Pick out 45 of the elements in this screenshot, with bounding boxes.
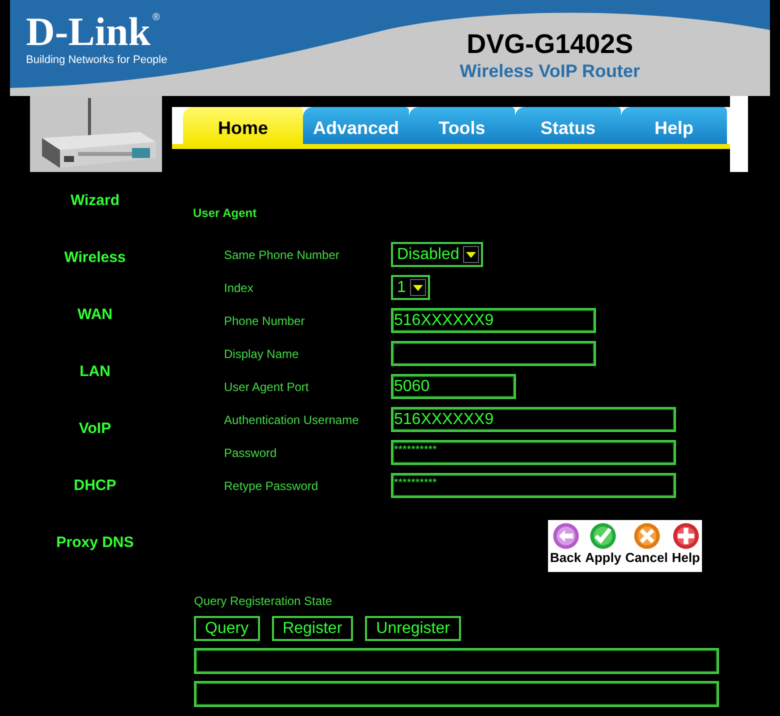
output-field[interactable] [194,648,719,674]
action-link[interactable]: Apply [585,550,622,565]
logo: D-Link [26,12,150,52]
field-label: Phone Number [224,314,306,328]
registered-mark: ® [152,12,160,23]
field-label: Display Name [224,346,300,360]
sidebar-link[interactable]: LAN [80,362,110,381]
action-button[interactable]: Unregister [365,616,461,641]
dropdown-arrow-icon[interactable] [412,284,423,290]
section-label: Query Registeration State [194,594,332,608]
plus-icon[interactable] [672,522,700,550]
action-button[interactable]: Query [194,616,260,641]
sidebar-link[interactable]: Wireless [64,248,126,267]
input-field[interactable]: 516XXXXXX9 [391,407,676,432]
field-label: User Agent Port [224,380,310,394]
dropdown[interactable]: 1 [391,275,430,300]
sidebar-link[interactable]: Proxy DNS [56,533,134,552]
output-field[interactable] [194,681,719,707]
field-label: Same Phone Number [224,248,340,262]
field-label: Authentication Username [224,412,360,426]
nav-tab[interactable]: Home [183,107,303,144]
field-label: Index [224,280,254,294]
sidebar-link[interactable]: WAN [78,305,112,324]
checkmark-icon[interactable] [589,522,618,550]
dropdown[interactable]: Disabled [391,242,484,267]
action-button[interactable]: Register [272,616,354,641]
tagline: Building Networks for People [26,54,168,66]
sidebar-link[interactable]: Wizard [70,191,120,210]
action-link[interactable]: Back [550,550,582,565]
dropdown-arrow-icon[interactable] [466,252,476,258]
password-field[interactable]: ********** [391,440,676,465]
input-field[interactable]: 5060 [391,374,516,399]
sidebar-link[interactable]: DHCP [74,476,116,495]
input-field[interactable] [391,341,596,366]
cross-icon[interactable] [632,522,660,550]
action-link[interactable]: Cancel [625,550,668,565]
password-field[interactable]: ********** [391,473,676,498]
model-name: DVG-G1402S [466,28,634,60]
field-label: Retype Password [224,478,320,492]
action-link[interactable]: Help [672,550,700,565]
product-name: Wireless VoIP Router [460,60,640,82]
input-field[interactable]: 516XXXXXX9 [391,308,596,333]
sidebar-link[interactable]: VoIP [78,419,112,438]
section-title: User Agent [193,206,257,220]
field-label: Password [224,446,278,460]
